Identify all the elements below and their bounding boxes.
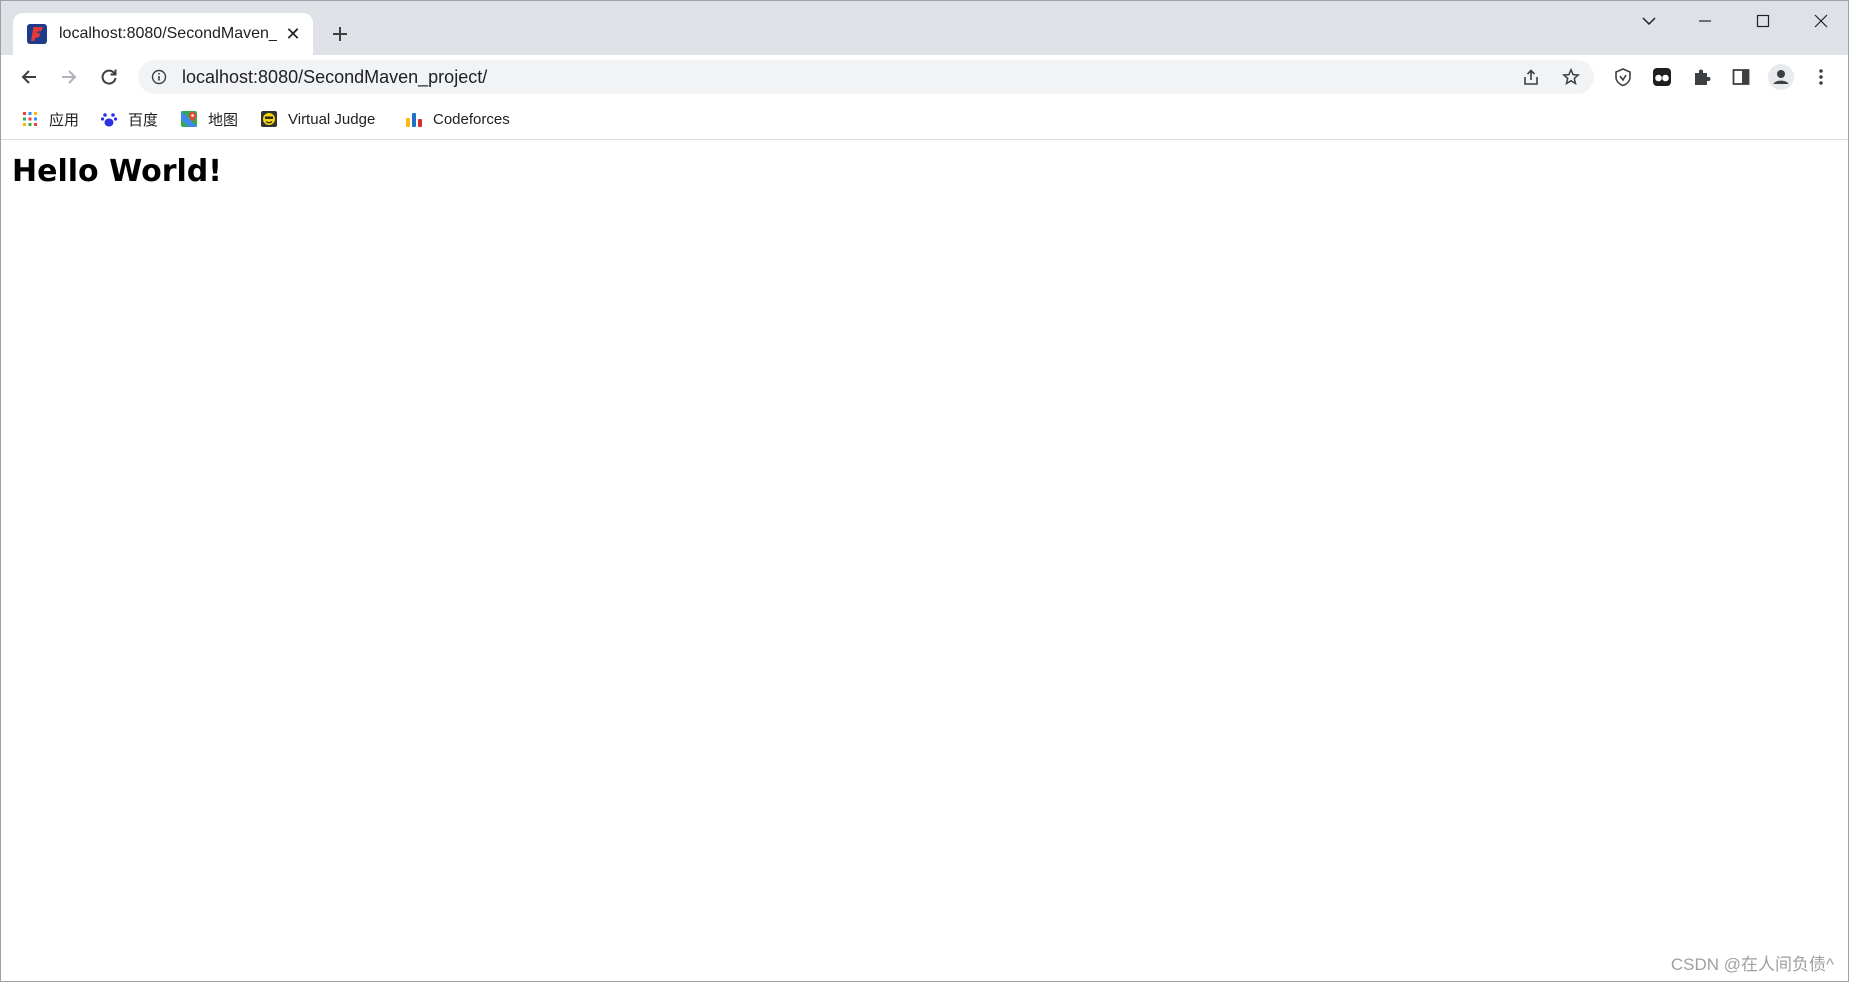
page-heading: Hello World! — [12, 154, 222, 189]
bookmark-label: 地图 — [208, 111, 239, 129]
bookmark-apps[interactable]: 应用 — [21, 107, 79, 131]
bookmarks-bar: 应用 百度 地图 Virtual Judge Codeforces — [1, 99, 1848, 140]
profile-icon[interactable] — [1766, 62, 1796, 92]
bookmark-virtual-judge[interactable]: Virtual Judge — [260, 107, 375, 131]
side-panel-icon[interactable] — [1726, 62, 1756, 92]
forward-arrow-icon — [62, 70, 77, 84]
plus-icon — [333, 27, 347, 41]
address-bar[interactable]: localhost:8080/SecondMaven_project/ — [138, 60, 1594, 94]
close-tab-icon[interactable]: ✕ — [283, 24, 303, 44]
share-icon[interactable] — [1518, 64, 1544, 90]
codeforces-bars-icon — [405, 110, 423, 128]
tampermonkey-extension-icon[interactable] — [1647, 62, 1677, 92]
csdn-watermark: CSDN @在人间负债^ — [1670, 955, 1834, 974]
puzzle-icon[interactable] — [1687, 62, 1717, 92]
bookmark-baidu[interactable]: 百度 — [100, 107, 158, 131]
back-arrow-icon — [21, 70, 36, 84]
page-content: Hello World! CSDN @在人间负债^ — [1, 140, 1848, 981]
virtual-judge-icon — [260, 110, 278, 128]
tab-title: localhost:8080/SecondMaven_ — [59, 25, 277, 42]
bookmark-maps[interactable]: 地图 — [180, 107, 238, 131]
intellij-favicon-icon — [27, 24, 47, 44]
star-icon[interactable] — [1558, 64, 1584, 90]
close-window-button[interactable] — [1793, 1, 1848, 41]
bookmark-label: 应用 — [49, 111, 80, 129]
close-icon — [1814, 14, 1828, 28]
toolbar: localhost:8080/SecondMaven_project/ — [1, 55, 1848, 99]
apps-grid-icon — [21, 110, 39, 128]
tab-search-button[interactable] — [1621, 1, 1677, 41]
maximize-icon — [1756, 14, 1770, 28]
back-button[interactable] — [13, 61, 45, 93]
more-menu-icon[interactable] — [1806, 62, 1836, 92]
reload-icon — [101, 69, 117, 85]
baidu-paw-icon — [100, 110, 118, 128]
new-tab-button[interactable] — [327, 21, 353, 47]
maps-pin-icon — [180, 110, 198, 128]
url-text[interactable]: localhost:8080/SecondMaven_project/ — [182, 67, 487, 88]
bookmark-codeforces[interactable]: Codeforces — [405, 107, 510, 131]
active-tab[interactable]: localhost:8080/SecondMaven_ ✕ — [13, 13, 313, 55]
tab-strip: localhost:8080/SecondMaven_ ✕ — [1, 1, 1848, 55]
reload-button[interactable] — [93, 61, 125, 93]
bookmark-label: Virtual Judge — [288, 110, 376, 128]
info-icon[interactable] — [150, 68, 168, 86]
minimize-icon — [1699, 20, 1711, 22]
shield-extension-icon[interactable] — [1608, 62, 1638, 92]
forward-button[interactable] — [53, 61, 85, 93]
bookmark-label: Codeforces — [433, 110, 510, 128]
browser-window: localhost:8080/SecondMaven_ ✕ localhost:… — [0, 0, 1849, 982]
maximize-button[interactable] — [1735, 1, 1791, 41]
chevron-down-icon — [1642, 17, 1656, 26]
minimize-button[interactable] — [1677, 1, 1733, 41]
bookmark-label: 百度 — [128, 111, 159, 129]
